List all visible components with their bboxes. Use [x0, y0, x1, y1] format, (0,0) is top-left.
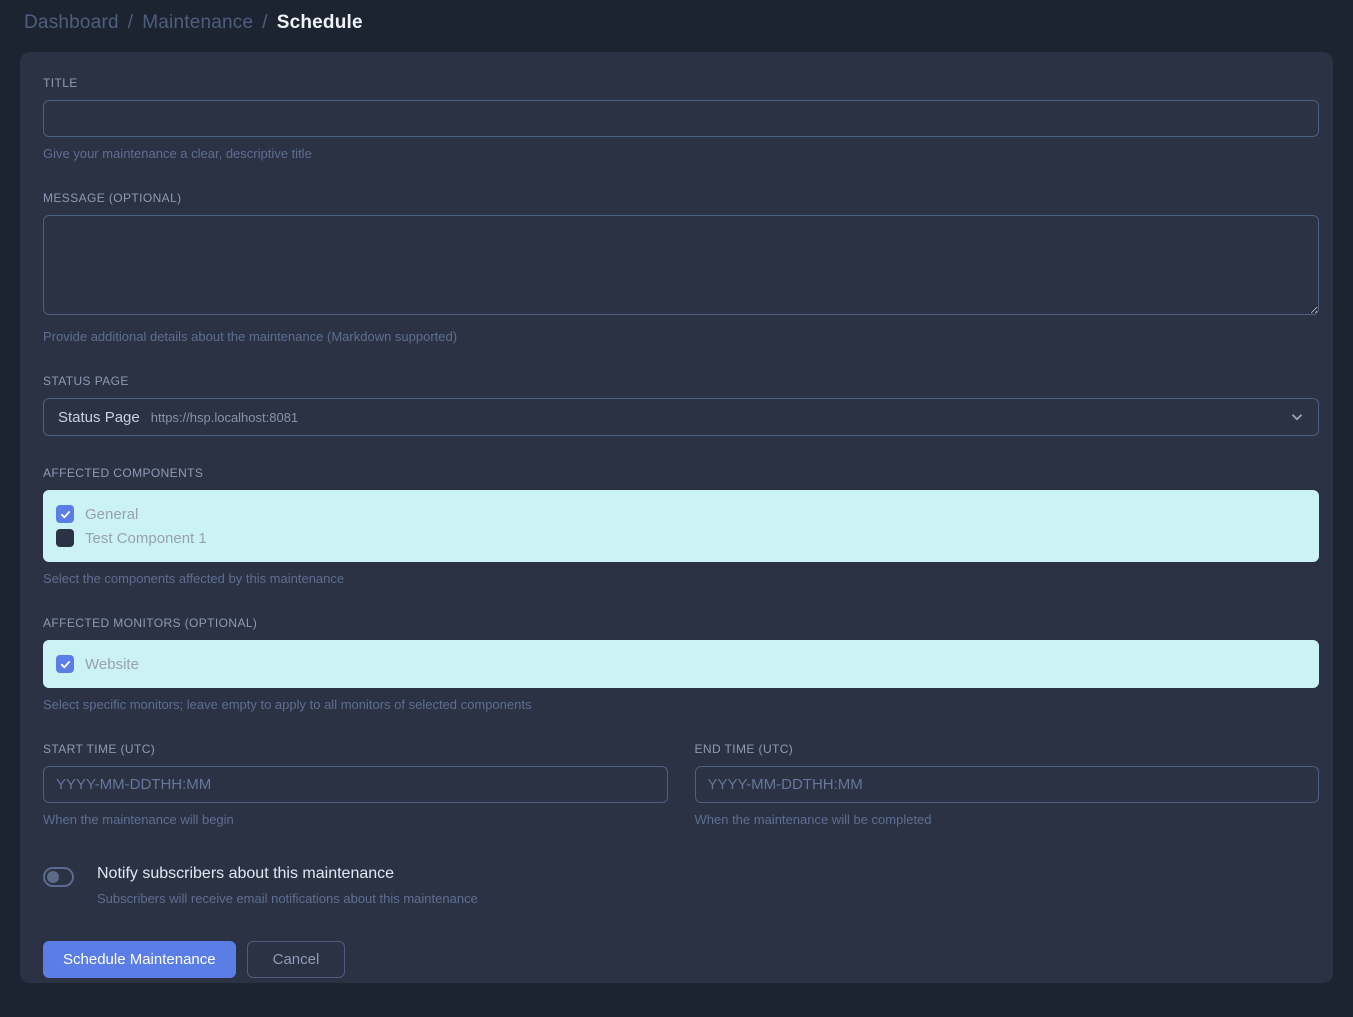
notify-label: Notify subscribers about this maintenanc…: [97, 865, 478, 883]
affected-components-label: AFFECTED COMPONENTS: [43, 466, 1319, 480]
title-label: TITLE: [43, 76, 1319, 90]
affected-monitors-label: AFFECTED MONITORS (OPTIONAL): [43, 616, 1319, 630]
end-time-helper: When the maintenance will be completed: [695, 812, 1320, 827]
start-time-helper: When the maintenance will begin: [43, 812, 668, 827]
toggle-knob-icon: [47, 871, 59, 883]
affected-monitors-box: Website: [43, 640, 1319, 688]
cancel-button[interactable]: Cancel: [247, 941, 346, 978]
time-fields-row: START TIME (UTC) When the maintenance wi…: [43, 742, 1319, 827]
checkbox-row[interactable]: Website: [56, 652, 139, 676]
message-textarea[interactable]: [43, 215, 1319, 315]
start-time-field-group: START TIME (UTC) When the maintenance wi…: [43, 742, 668, 827]
start-time-input[interactable]: [43, 766, 668, 803]
chevron-down-icon: [1290, 410, 1304, 424]
status-page-selected-url: https://hsp.localhost:8081: [151, 410, 298, 425]
notify-toggle[interactable]: [43, 867, 74, 887]
status-page-select[interactable]: Status Page https://hsp.localhost:8081: [43, 398, 1319, 436]
breadcrumb-separator: /: [262, 12, 267, 34]
status-page-field-group: STATUS PAGE Status Page https://hsp.loca…: [43, 374, 1319, 436]
notify-subscribers-row: Notify subscribers about this maintenanc…: [43, 865, 1319, 906]
checkbox-row[interactable]: Test Component 1: [56, 526, 207, 550]
title-input[interactable]: [43, 100, 1319, 137]
status-page-label: STATUS PAGE: [43, 374, 1319, 388]
checkbox-label: Website: [85, 656, 139, 673]
form-actions: Schedule Maintenance Cancel: [43, 941, 1319, 978]
affected-components-box: General Test Component 1: [43, 490, 1319, 562]
breadcrumb: Dashboard / Maintenance / Schedule: [24, 12, 1329, 34]
affected-components-helper: Select the components affected by this m…: [43, 571, 1319, 586]
title-helper: Give your maintenance a clear, descripti…: [43, 146, 1319, 161]
checkbox-checked-icon[interactable]: [56, 655, 74, 673]
notify-helper: Subscribers will receive email notificat…: [97, 891, 478, 906]
end-time-label: END TIME (UTC): [695, 742, 1320, 756]
message-helper: Provide additional details about the mai…: [43, 329, 1319, 344]
checkbox-label: General: [85, 506, 138, 523]
checkbox-checked-icon[interactable]: [56, 505, 74, 523]
title-field-group: TITLE Give your maintenance a clear, des…: [43, 76, 1319, 161]
breadcrumb-separator: /: [128, 12, 133, 34]
status-page-selected-name: Status Page: [58, 409, 140, 426]
notify-text-block: Notify subscribers about this maintenanc…: [97, 865, 478, 906]
top-bar: Dashboard / Maintenance / Schedule: [0, 0, 1353, 52]
affected-monitors-helper: Select specific monitors; leave empty to…: [43, 697, 1319, 712]
affected-components-group: AFFECTED COMPONENTS General Test Componen…: [43, 466, 1319, 586]
schedule-maintenance-button[interactable]: Schedule Maintenance: [43, 941, 236, 978]
affected-monitors-group: AFFECTED MONITORS (OPTIONAL) Website Sel…: [43, 616, 1319, 712]
message-field-group: MESSAGE (OPTIONAL) Provide additional de…: [43, 191, 1319, 344]
start-time-label: START TIME (UTC): [43, 742, 668, 756]
schedule-maintenance-form-card: TITLE Give your maintenance a clear, des…: [20, 52, 1333, 983]
breadcrumb-item-schedule: Schedule: [277, 12, 363, 34]
end-time-field-group: END TIME (UTC) When the maintenance will…: [695, 742, 1320, 827]
checkbox-label: Test Component 1: [85, 530, 207, 547]
checkbox-unchecked-icon[interactable]: [56, 529, 74, 547]
breadcrumb-item-maintenance[interactable]: Maintenance: [142, 12, 253, 34]
end-time-input[interactable]: [695, 766, 1320, 803]
breadcrumb-item-dashboard[interactable]: Dashboard: [24, 12, 119, 34]
checkbox-row[interactable]: General: [56, 502, 138, 526]
message-label: MESSAGE (OPTIONAL): [43, 191, 1319, 205]
